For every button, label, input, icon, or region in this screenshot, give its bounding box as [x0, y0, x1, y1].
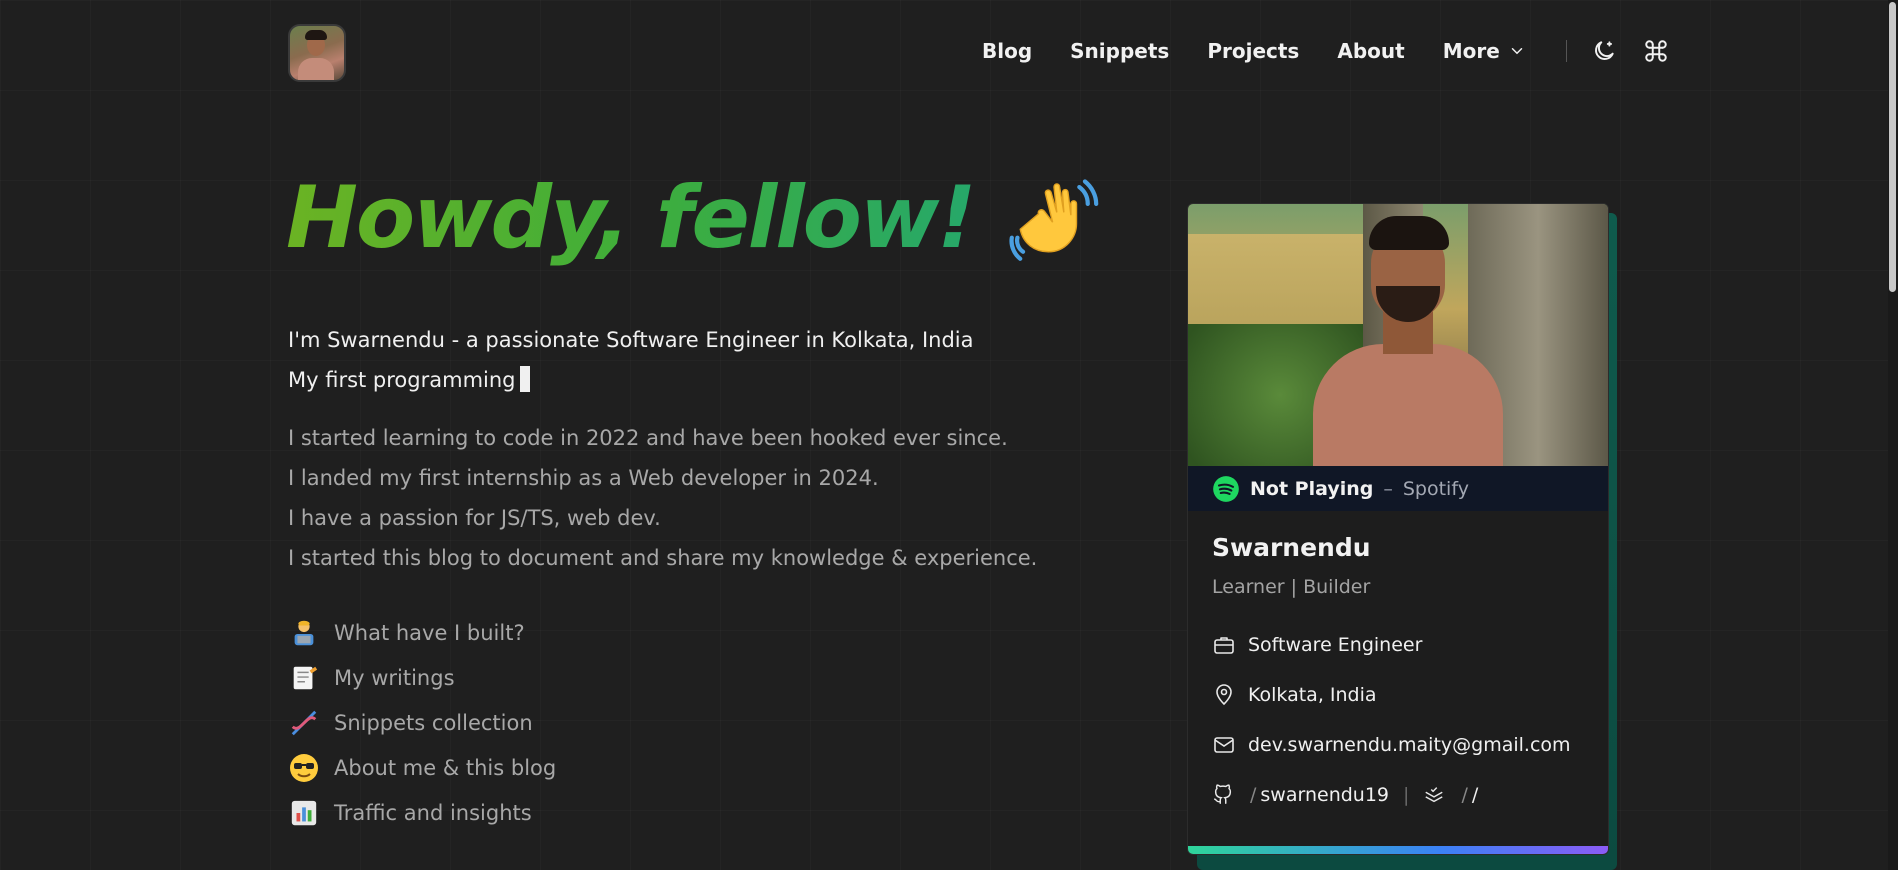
- quick-link-label: About me & this blog: [334, 755, 557, 780]
- profile-location: Kolkata, India: [1248, 684, 1377, 706]
- intro-line-1: I'm Swarnendu - a passionate Software En…: [288, 328, 974, 352]
- chevron-down-icon: [1511, 48, 1523, 55]
- site-logo-avatar[interactable]: [288, 24, 346, 82]
- profile-role: Software Engineer: [1248, 634, 1423, 656]
- github-slash: /: [1250, 784, 1257, 806]
- second-social-handle[interactable]: /: [1472, 784, 1478, 806]
- profile-email[interactable]: dev.swarnendu.maity@gmail.com: [1248, 734, 1571, 756]
- hero-headline: Howdy, fellow!: [286, 168, 977, 268]
- quick-link-about[interactable]: About me & this blog: [288, 745, 556, 790]
- profile-name: Swarnendu: [1212, 533, 1371, 562]
- intro-text: I'm Swarnendu - a passionate Software En…: [288, 320, 973, 400]
- story-line-2: I landed my first internship as a Web de…: [288, 466, 879, 490]
- quick-link-snippets[interactable]: Snippets collection: [288, 700, 556, 745]
- theme-toggle-button[interactable]: [1589, 36, 1619, 66]
- page-scrollbar[interactable]: [1888, 0, 1898, 870]
- nav-more-dropdown[interactable]: More: [1443, 39, 1526, 63]
- profile-tagline: Learner | Builder: [1212, 576, 1371, 598]
- nav-more-label: More: [1442, 39, 1500, 63]
- profile-location-row: Kolkata, India: [1212, 670, 1584, 720]
- quick-link-label: What have I built?: [334, 620, 525, 645]
- intro-line-2: My first programming: [288, 360, 973, 400]
- nav-snippets[interactable]: Snippets: [1070, 39, 1169, 63]
- quick-link-label: Snippets collection: [334, 710, 533, 735]
- command-palette-button[interactable]: [1641, 36, 1671, 66]
- spotify-now-playing[interactable]: Not Playing – Spotify: [1188, 466, 1608, 511]
- quick-link-projects[interactable]: What have I built?: [288, 610, 556, 655]
- nav-blog[interactable]: Blog: [982, 39, 1032, 63]
- now-playing-source: Spotify: [1402, 477, 1469, 500]
- dna-icon: [288, 707, 320, 739]
- profile-photo: [1188, 204, 1608, 466]
- scrollbar-thumb[interactable]: [1889, 2, 1896, 292]
- story-line-1: I started learning to code in 2022 and h…: [288, 426, 1008, 450]
- memo-icon: [288, 662, 320, 694]
- moon-icon: [1594, 41, 1614, 60]
- profile-email-row[interactable]: dev.swarnendu.maity@gmail.com: [1212, 720, 1584, 770]
- profile-social-row: / swarnendu19 | / /: [1212, 770, 1584, 820]
- nav-divider: [1565, 40, 1567, 62]
- bar-chart-icon: [288, 797, 320, 829]
- quick-link-blog[interactable]: My writings: [288, 655, 556, 700]
- quick-link-label: My writings: [334, 665, 455, 690]
- nav-about[interactable]: About: [1337, 39, 1404, 63]
- profile-role-row: Software Engineer: [1212, 620, 1584, 670]
- technologist-icon: [288, 617, 320, 649]
- main-nav: Blog Snippets Projects About More: [982, 36, 1693, 66]
- typing-cursor: [519, 366, 530, 392]
- nav-projects[interactable]: Projects: [1207, 39, 1299, 63]
- github-handle[interactable]: swarnendu19: [1260, 784, 1389, 806]
- second-social-slash: /: [1461, 784, 1468, 806]
- briefcase-icon: [1214, 637, 1234, 654]
- typing-text: My first programming: [288, 368, 516, 392]
- story-line-3: I have a passion for JS/TS, web dev.: [288, 506, 661, 530]
- now-playing-separator: –: [1383, 477, 1393, 500]
- mail-icon: [1214, 737, 1234, 753]
- story-line-4: I started this blog to document and shar…: [288, 546, 1038, 570]
- story-paragraph: I started learning to code in 2022 and h…: [288, 418, 1037, 578]
- card-gradient-bar: [1188, 846, 1608, 854]
- github-icon: [1214, 784, 1232, 804]
- sunglasses-face-icon: [288, 752, 320, 784]
- location-pin-icon: [1216, 684, 1232, 706]
- quick-link-analytics[interactable]: Traffic and insights: [288, 790, 556, 835]
- command-icon: [1645, 40, 1667, 62]
- spotify-icon: [1213, 475, 1239, 502]
- waving-hand-icon: [1008, 179, 1098, 261]
- quick-links: What have I built? My writings Snippets …: [288, 610, 556, 835]
- social-separator: |: [1403, 784, 1410, 806]
- quick-link-label: Traffic and insights: [334, 800, 532, 825]
- hero-heading: Howdy, fellow!: [286, 168, 1099, 268]
- profile-card: Not Playing – Spotify Swarnendu Learner …: [1187, 203, 1609, 855]
- now-playing-status: Not Playing: [1250, 477, 1374, 500]
- layers-check-icon[interactable]: [1423, 784, 1445, 806]
